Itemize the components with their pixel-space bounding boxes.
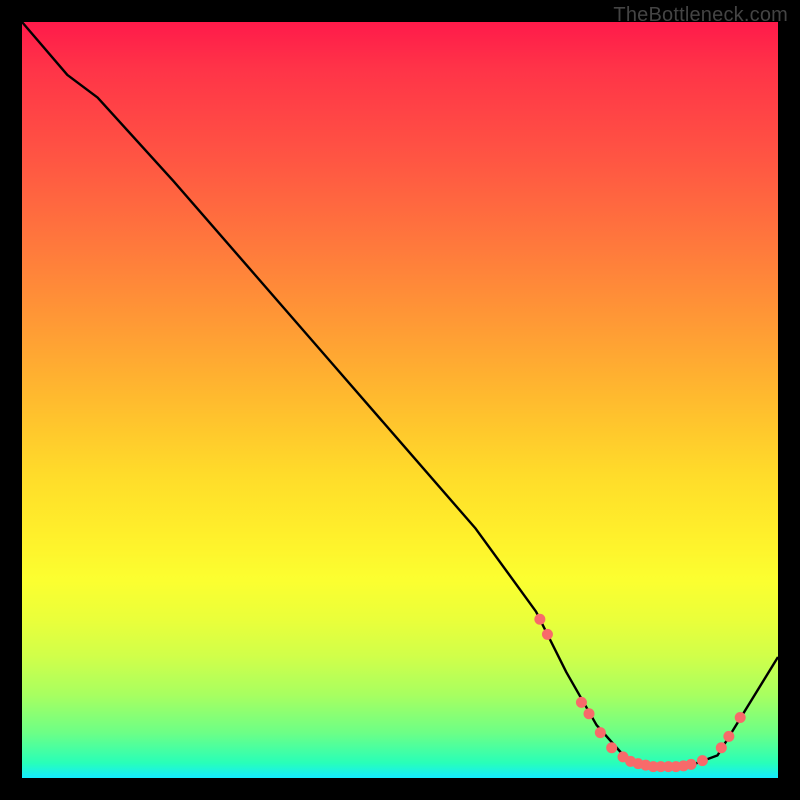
chart-marker-dot: [584, 708, 595, 719]
chart-marker-dot: [534, 614, 545, 625]
chart-marker-dot: [686, 759, 697, 770]
chart-marker-dot: [606, 742, 617, 753]
chart-marker-dot: [723, 731, 734, 742]
chart-svg: [22, 22, 778, 778]
attribution-text: TheBottleneck.com: [613, 4, 788, 27]
chart-curve: [22, 22, 778, 767]
chart-marker-dot: [576, 697, 587, 708]
chart-marker-dot: [595, 727, 606, 738]
chart-markers: [534, 614, 745, 772]
chart-marker-dot: [716, 742, 727, 753]
chart-plot-area: [22, 22, 778, 778]
chart-marker-dot: [735, 712, 746, 723]
chart-marker-dot: [542, 629, 553, 640]
chart-marker-dot: [697, 755, 708, 766]
